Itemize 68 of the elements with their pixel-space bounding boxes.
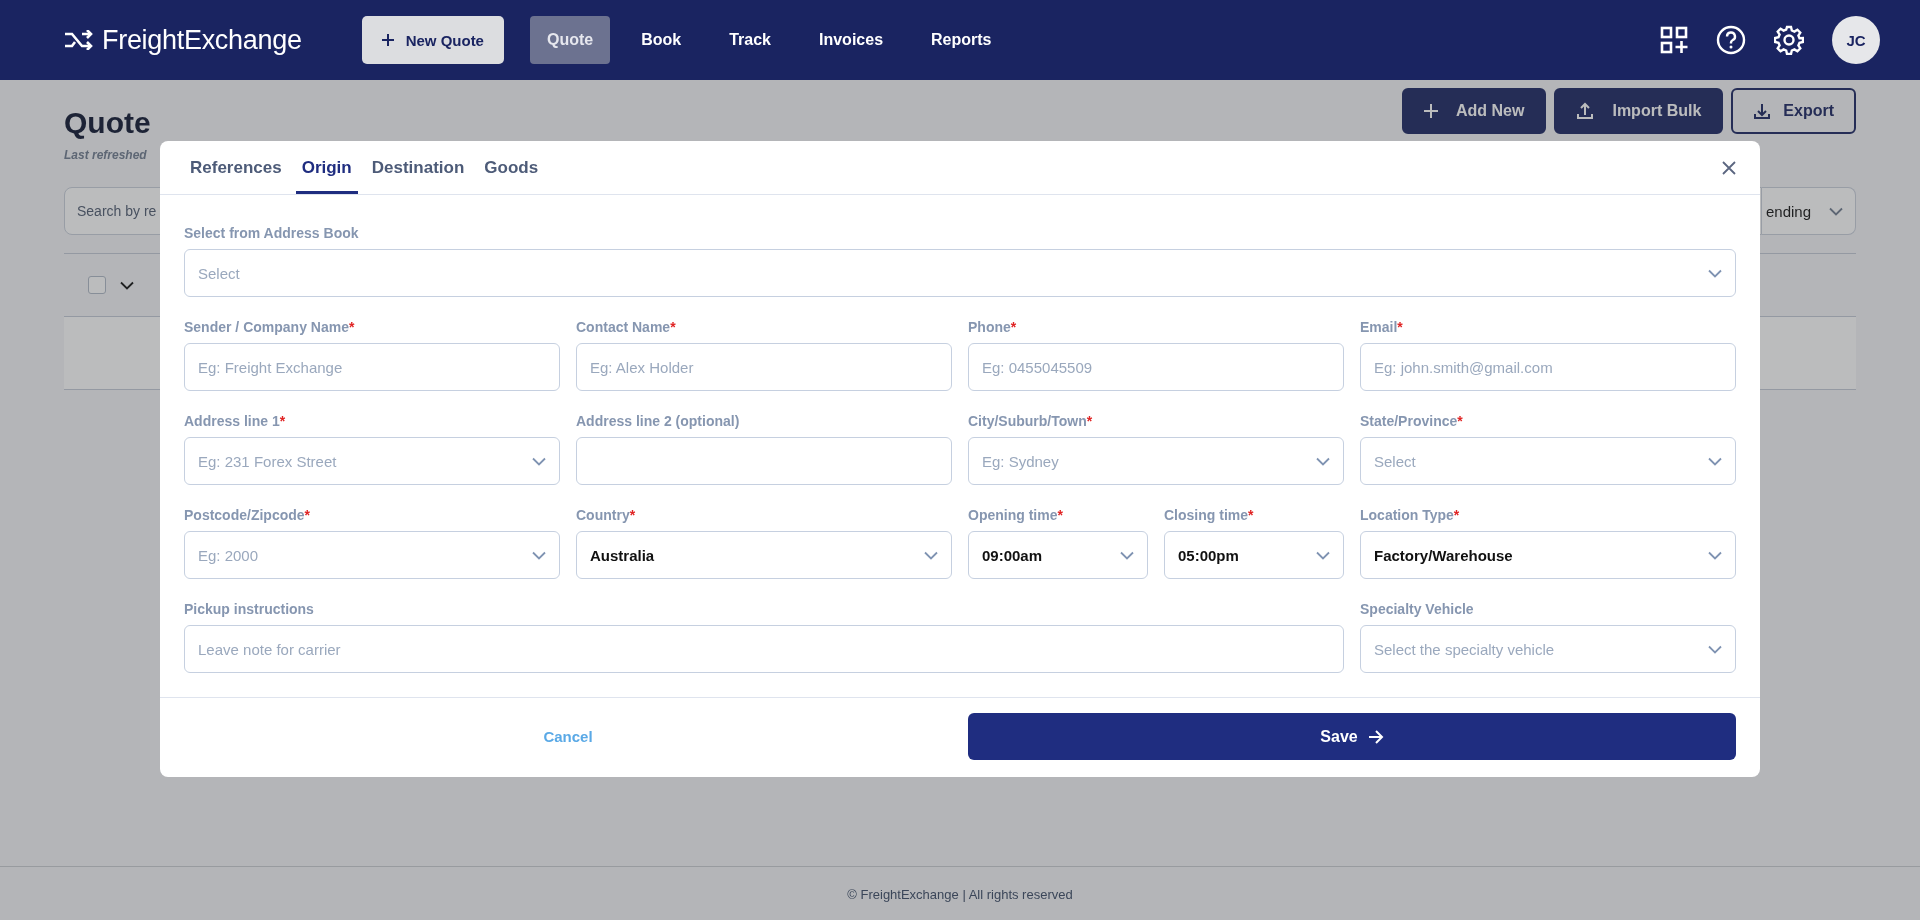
footer-text: © FreightExchange | All rights reserved [847, 886, 1073, 902]
field-label: Specialty Vehicle [1360, 601, 1475, 617]
field-label: Email* [1360, 319, 1404, 335]
select-field[interactable]: 05:00pm [1164, 531, 1344, 579]
field-label: Opening time* [968, 507, 1064, 523]
field-label: Address line 1* [184, 413, 287, 429]
field-label: Pickup instructions [184, 601, 315, 617]
settings-icon[interactable] [1774, 25, 1804, 55]
chevron-down-icon [1829, 206, 1843, 216]
input-field[interactable]: Eg: 0455045509 [968, 343, 1344, 391]
input-field[interactable]: Eg: Alex Holder [576, 343, 952, 391]
select-field[interactable]: Factory/Warehouse [1360, 531, 1736, 579]
close-icon[interactable] [1722, 160, 1736, 175]
user-avatar[interactable]: JC [1832, 16, 1880, 64]
plus-icon [1424, 104, 1438, 118]
chevron-down-icon [1708, 456, 1722, 466]
nav-tab[interactable]: Quote [529, 16, 611, 64]
nav-tab[interactable]: Invoices [802, 16, 901, 64]
sort-dropdown[interactable]: ending [1762, 187, 1856, 235]
chevron-down-icon [532, 456, 546, 466]
chevron-down-icon [532, 550, 546, 560]
field-label: Address line 2 (optional) [576, 413, 741, 429]
field-label: Postcode/Zipcode* [184, 507, 312, 523]
last-refreshed-text: Last refreshed [64, 148, 147, 162]
chevron-down-icon [1316, 550, 1330, 560]
field-label: Country* [576, 507, 637, 523]
chevron-down-icon [1316, 456, 1330, 466]
add-new-button[interactable]: Add New [1402, 88, 1547, 134]
input-field[interactable]: Eg: Freight Exchange [184, 343, 560, 391]
field-label: Closing time* [1164, 507, 1255, 523]
field-label: Location Type* [1360, 507, 1461, 523]
input-field[interactable]: Leave note for carrier [184, 625, 1344, 673]
field-label: Phone* [968, 319, 1018, 335]
plus-icon [381, 34, 394, 46]
field-label: Sender / Company Name* [184, 319, 356, 335]
input-field[interactable] [576, 437, 952, 485]
arrow-right-icon [1367, 729, 1384, 744]
select-field[interactable]: Australia [576, 531, 952, 579]
modal-tab[interactable]: Goods [478, 154, 545, 194]
modal-tab[interactable]: Destination [365, 154, 471, 194]
chevron-down-icon [1708, 268, 1722, 278]
chevron-down-icon [1708, 644, 1722, 654]
import-button[interactable]: Import Bulk [1554, 88, 1724, 134]
logo-text: FreightExchange [102, 24, 302, 56]
grid-plus-icon[interactable] [1660, 26, 1688, 54]
nav-tab[interactable]: Book [624, 16, 699, 64]
help-icon[interactable] [1716, 25, 1746, 55]
field-label: City/Suburb/Town* [968, 413, 1094, 429]
select-field[interactable]: 09:00am [968, 531, 1148, 579]
modal-tab[interactable]: Origin [295, 154, 358, 194]
nav-tab[interactable]: Reports [914, 16, 1009, 64]
select-all-checkbox[interactable] [88, 276, 106, 294]
field-label: State/Province* [1360, 413, 1464, 429]
field-label: Contact Name* [576, 319, 677, 335]
chevron-down-icon [1708, 550, 1722, 560]
modal-tab[interactable]: References [184, 154, 288, 194]
chevron-down-icon [120, 280, 134, 290]
chevron-down-icon [924, 550, 938, 560]
input-field[interactable]: Eg: john.smith@gmail.com [1360, 343, 1736, 391]
export-button[interactable]: Export [1731, 88, 1856, 134]
page-title: Quote [64, 106, 151, 140]
nav-tab[interactable]: Track [712, 16, 788, 64]
new-quote-button[interactable]: New Quote [361, 16, 504, 64]
chevron-down-icon [1120, 550, 1134, 560]
download-icon [1753, 102, 1772, 120]
field-label: Select from Address Book [184, 225, 360, 241]
upload-icon [1576, 102, 1595, 120]
save-button[interactable]: Save [968, 713, 1736, 760]
